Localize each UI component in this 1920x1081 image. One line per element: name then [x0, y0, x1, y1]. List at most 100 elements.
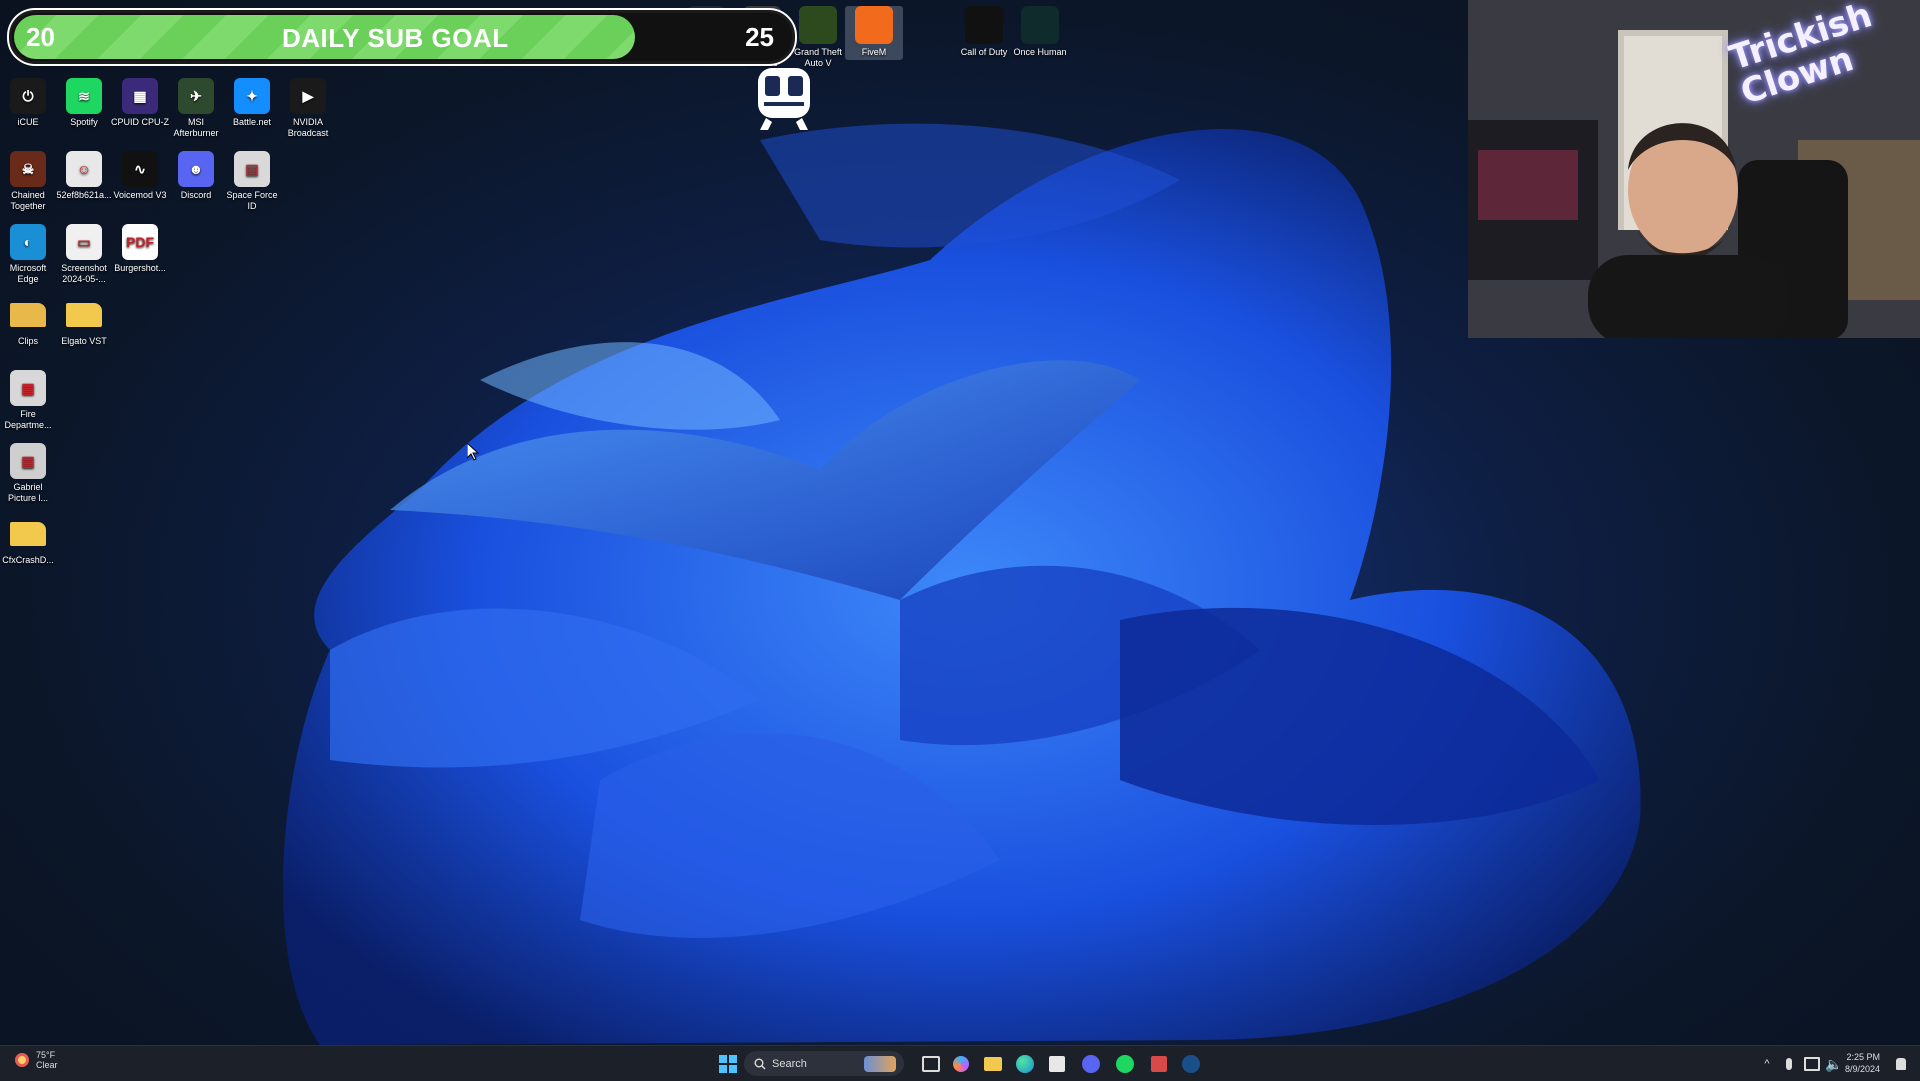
desktop-icon-label: Fire Departme...: [4, 409, 52, 430]
tray-overflow-button[interactable]: ^: [1760, 1052, 1774, 1076]
calendar-icon: [1151, 1056, 1167, 1072]
search-placeholder: Search: [772, 1057, 807, 1070]
desktop-icon-icue[interactable]: ⏻ iCUE: [0, 78, 57, 128]
desktop-icon-folder[interactable]: Elgato VST: [55, 297, 113, 347]
clock-time: 2:25 PM: [1846, 1052, 1880, 1062]
desktop-icon-spaceforce[interactable]: ▤ Space Force ID: [223, 151, 281, 212]
file-explorer-button[interactable]: [982, 1052, 1004, 1076]
desktop-icon-nvidia-broadcast[interactable]: ▶ NVIDIA Broadcast: [279, 78, 337, 139]
network-tray-button[interactable]: [1804, 1052, 1820, 1076]
desktop-icon-cpuz[interactable]: ▦ CPUID CPU-Z: [111, 78, 169, 128]
desktop-icon-image-file[interactable]: ☺ 52ef8b621a...: [55, 151, 113, 201]
chevron-up-icon: ^: [1764, 1058, 1770, 1070]
desktop-icon-label: Burgershot...: [114, 263, 166, 273]
desktop-icon-chained-together[interactable]: ☠ Chained Together: [0, 151, 57, 212]
desktop-icon-label: Discord: [180, 190, 212, 200]
fivem-icon: [855, 6, 893, 44]
edge-taskbar-button[interactable]: [1014, 1052, 1036, 1076]
desktop-icon-label: Gabriel Picture l...: [7, 482, 48, 503]
image-file-icon: ▦: [10, 443, 46, 479]
gta-icon: [799, 6, 837, 44]
screenshot-icon: ▭: [66, 224, 102, 260]
desktop-icon-fivem[interactable]: FiveM: [845, 6, 903, 60]
folder-icon: [10, 303, 46, 327]
discord-icon: ☻: [178, 151, 214, 187]
desktop-icon-label: Voicemod V3: [113, 190, 167, 200]
search-highlight-icon: [864, 1055, 896, 1072]
spotify-taskbar-button[interactable]: [1114, 1052, 1136, 1076]
desktop-icon-label: Battle.net: [232, 117, 272, 127]
desktop-icon-label: CfxCrashD...: [2, 555, 54, 565]
image-file-icon: ▦: [10, 370, 46, 406]
microphone-tray-button[interactable]: [1782, 1052, 1796, 1076]
folder-icon: [66, 303, 102, 327]
desktop-icon-label: Elgato VST: [61, 336, 107, 346]
sub-goal-title: DAILY SUB GOAL: [282, 23, 509, 53]
desktop-icon-spotify[interactable]: ≋ Spotify: [55, 78, 113, 128]
clock-date: 8/9/2024: [1844, 1064, 1880, 1074]
store-button[interactable]: [1046, 1052, 1068, 1076]
train-icon: [758, 68, 810, 130]
store-icon: [1049, 1056, 1065, 1072]
weather-widget[interactable]: 75°F Clear: [12, 1050, 58, 1070]
copilot-button[interactable]: [950, 1052, 972, 1076]
desktop-icon-oncehuman[interactable]: Once Human: [1011, 6, 1069, 58]
mouse-cursor-icon: [467, 443, 479, 461]
desktop-icon-label: Once Human: [1013, 47, 1067, 57]
discord-icon: [1082, 1055, 1100, 1073]
desktop-icon-edge[interactable]: ◐ Microsoft Edge: [0, 224, 57, 285]
notifications-button[interactable]: [1894, 1052, 1908, 1076]
desktop-icon-label: FiveM: [861, 47, 887, 57]
network-icon: [1804, 1057, 1820, 1071]
edge-icon: [1016, 1055, 1034, 1073]
desktop-icon-pdf[interactable]: PDF Burgershot...: [111, 224, 169, 274]
desktop-icon-label: Chained Together: [10, 190, 46, 211]
desktop-icon-folder[interactable]: CfxCrashD...: [0, 516, 57, 566]
desktop-icon-label: MSI Afterburner: [173, 117, 219, 138]
sub-goal-widget: 20 DAILY SUB GOAL 25: [9, 10, 795, 64]
desktop-icon-folder[interactable]: Clips: [0, 297, 57, 347]
desktop-icon-label: 52ef8b621a...: [56, 190, 112, 200]
spaceforce-icon: ▤: [234, 151, 270, 187]
speaker-icon: 🔈: [1825, 1055, 1843, 1072]
cod-icon: [965, 6, 1003, 44]
spotify-icon: [1116, 1055, 1134, 1073]
battlenet-icon: ✦: [234, 78, 270, 114]
desktop-icon-discord[interactable]: ☻ Discord: [167, 151, 225, 201]
image-file-icon: ☺: [66, 151, 102, 187]
bell-icon: [1896, 1058, 1906, 1070]
steam-taskbar-button[interactable]: [1180, 1052, 1202, 1076]
microphone-icon: [1786, 1058, 1792, 1070]
desktop-icon-label: Space Force ID: [226, 190, 278, 211]
discord-taskbar-button[interactable]: [1080, 1052, 1102, 1076]
clock[interactable]: 2:25 PM 8/9/2024: [1845, 1051, 1880, 1075]
taskbar-search[interactable]: Search: [744, 1051, 904, 1076]
pdf-icon: PDF: [122, 224, 158, 260]
icue-icon: ⏻: [10, 78, 46, 114]
copilot-icon: [953, 1056, 969, 1072]
search-icon: [754, 1058, 766, 1069]
desktop-icon-label: Microsoft Edge: [9, 263, 47, 284]
desktop-icon-label: Spotify: [70, 117, 98, 127]
desktop-icon-voicemod[interactable]: ∿ Voicemod V3: [111, 151, 169, 201]
desktop-icon-image-file[interactable]: ▦ Fire Departme...: [0, 370, 57, 431]
desktop-icon-image-file[interactable]: ▦ Gabriel Picture l...: [0, 443, 57, 504]
calendar-taskbar-button[interactable]: [1148, 1052, 1170, 1076]
taskbar: 75°F Clear Search ^ 🔈 2:25 PM 8/9/2024: [0, 1045, 1920, 1081]
task-view-button[interactable]: [920, 1052, 942, 1076]
edge-icon: ◐: [10, 224, 46, 260]
desktop-icon-gta[interactable]: Grand Theft Auto V: [789, 6, 847, 69]
oncehuman-icon: [1021, 6, 1059, 44]
desktop-icon-battlenet[interactable]: ✦ Battle.net: [223, 78, 281, 128]
spotify-icon: ≋: [66, 78, 102, 114]
desktop-icon-cod[interactable]: Call of Duty: [955, 6, 1013, 58]
afterburner-icon: ✈: [178, 78, 214, 114]
chained-together-icon: ☠: [10, 151, 46, 187]
desktop-icon-screenshot[interactable]: ▭ Screenshot 2024-05-...: [55, 224, 113, 285]
volume-tray-button[interactable]: 🔈: [1825, 1052, 1843, 1076]
desktop-icon-afterburner[interactable]: ✈ MSI Afterburner: [167, 78, 225, 139]
start-button[interactable]: [716, 1052, 740, 1076]
desktop-icon-label: NVIDIA Broadcast: [287, 117, 329, 138]
desktop-icon-label: Call of Duty: [960, 47, 1008, 57]
nvidia-broadcast-icon: ▶: [290, 78, 326, 114]
